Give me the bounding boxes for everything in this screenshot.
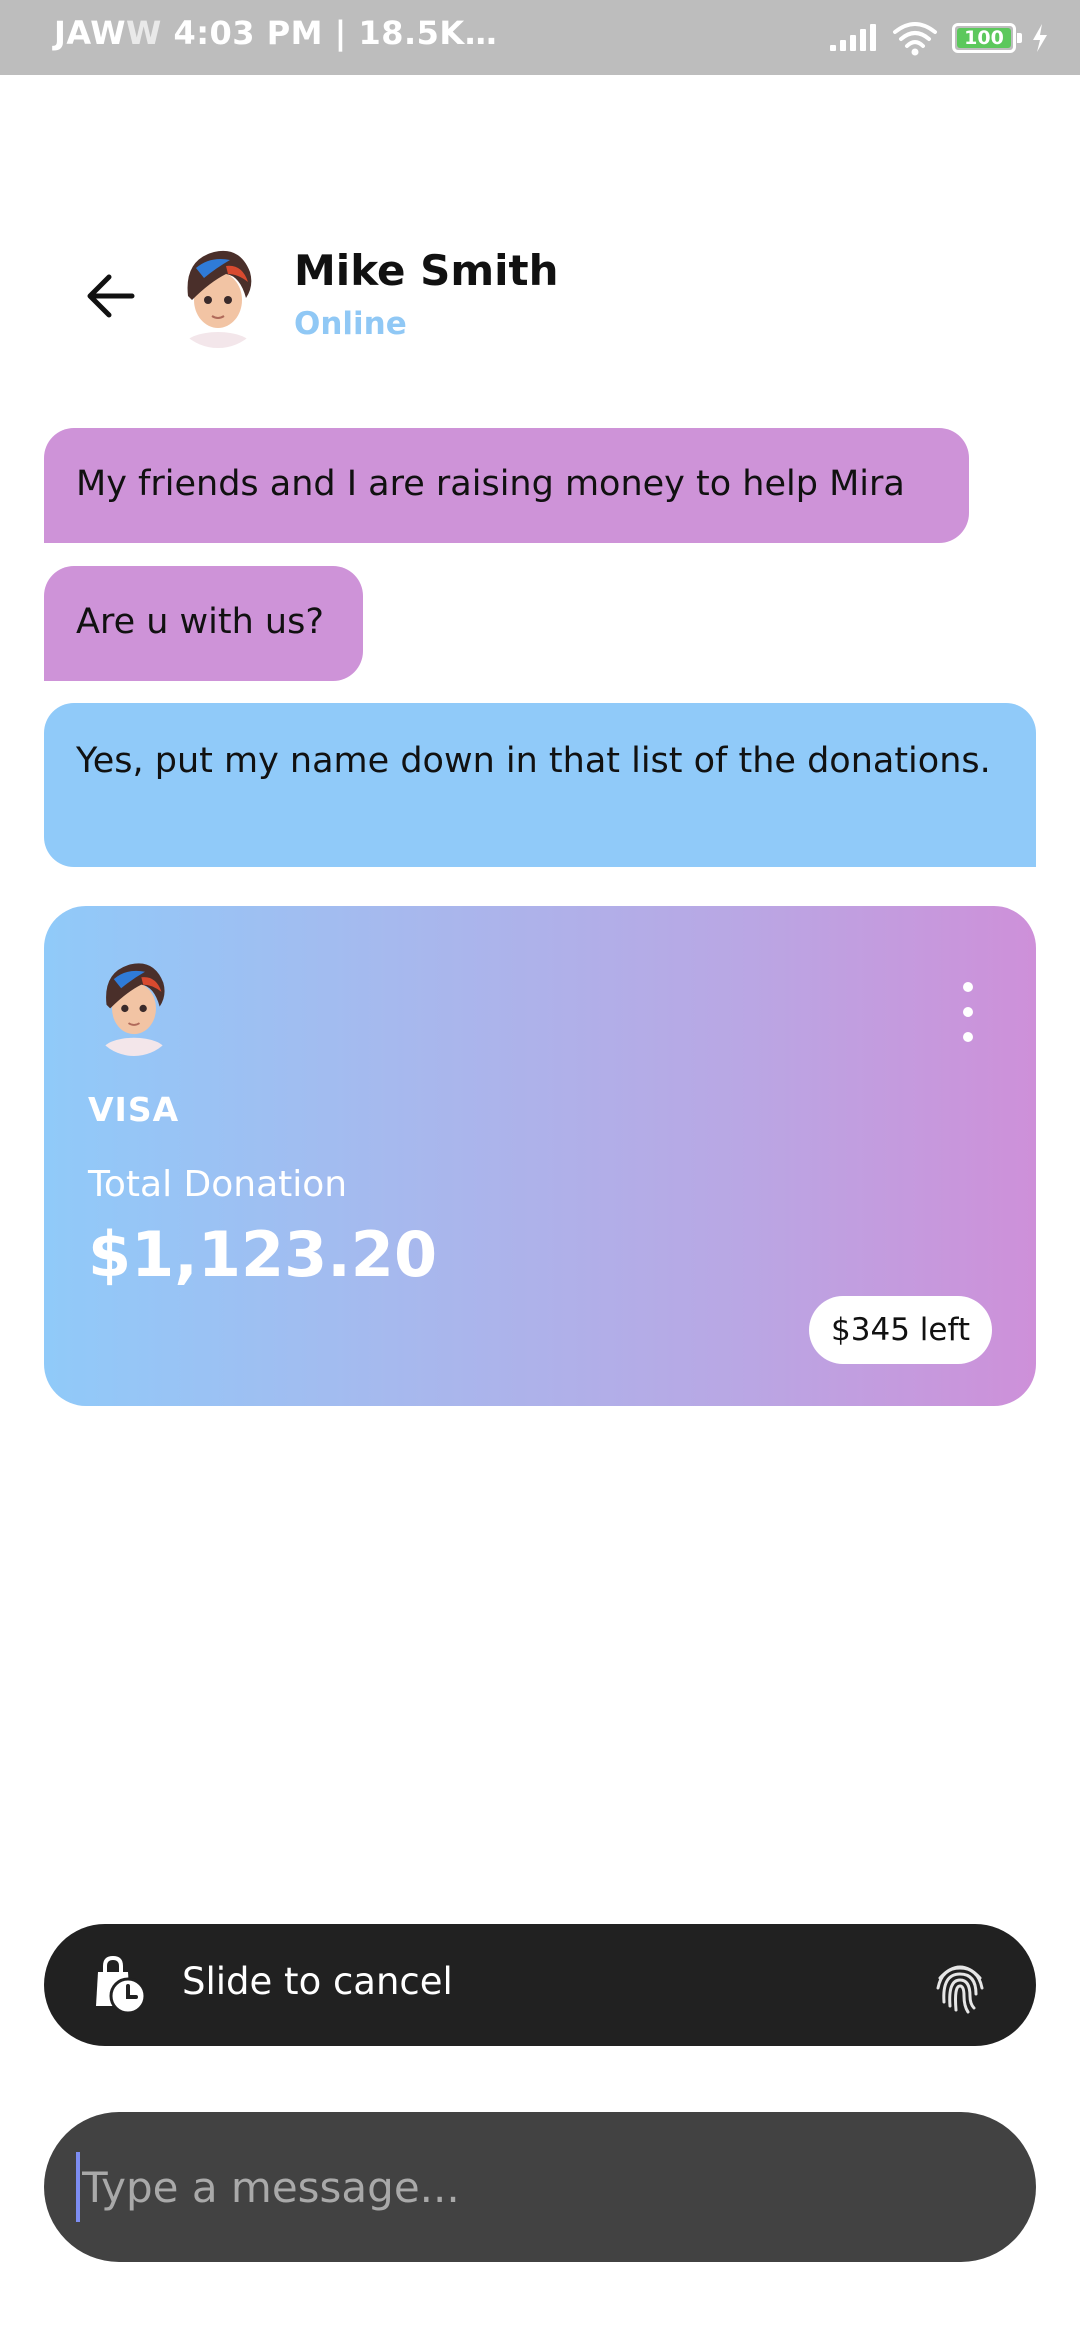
contact-status: Online bbox=[294, 306, 407, 342]
status-icons: 100 bbox=[828, 14, 1050, 62]
wifi-icon bbox=[893, 22, 937, 56]
message-text: Are u with us? bbox=[76, 602, 324, 642]
arrow-left-icon bbox=[87, 274, 135, 318]
charging-icon bbox=[1033, 24, 1047, 52]
more-vertical-icon[interactable] bbox=[950, 982, 986, 1042]
message-bubble-outgoing[interactable]: Yes, put my name down in that list of th… bbox=[44, 703, 1036, 867]
carrier-dim: W bbox=[126, 14, 162, 52]
fingerprint-icon[interactable] bbox=[932, 1958, 988, 2014]
message-text: Yes, put my name down in that list of th… bbox=[76, 741, 991, 781]
signal-icon bbox=[830, 24, 876, 51]
composer bbox=[44, 2112, 1036, 2262]
recording-bar[interactable]: Slide to cancel bbox=[44, 1924, 1036, 2046]
status-info: 4:03 PM | 18.5K… bbox=[173, 14, 498, 52]
carrier: JAW bbox=[54, 14, 127, 52]
bag-clock-icon bbox=[96, 1955, 147, 2015]
total-donation-amount: $1,123.20 bbox=[88, 1218, 438, 1291]
status-left: JAWW 4:03 PM | 18.5K… bbox=[54, 14, 497, 52]
donation-card[interactable]: VISA Total Donation $1,123.20 $345 left bbox=[44, 906, 1036, 1406]
status-bar: JAWW 4:03 PM | 18.5K… 100 bbox=[0, 0, 1080, 75]
avatar[interactable] bbox=[170, 238, 266, 348]
card-avatar bbox=[90, 948, 178, 1056]
message-input[interactable] bbox=[76, 2152, 976, 2222]
card-brand: VISA bbox=[88, 1090, 180, 1129]
total-donation-label: Total Donation bbox=[88, 1164, 348, 1205]
back-button[interactable] bbox=[78, 264, 142, 328]
battery-icon: 100 bbox=[952, 23, 1022, 53]
battery-level: 100 bbox=[964, 27, 1004, 49]
message-bubble-incoming[interactable]: Are u with us? bbox=[44, 566, 363, 681]
slide-to-cancel-label: Slide to cancel bbox=[182, 1960, 453, 2003]
remaining-badge: $345 left bbox=[809, 1296, 992, 1364]
contact-name: Mike Smith bbox=[294, 246, 559, 295]
message-text: My friends and I are raising money to he… bbox=[76, 464, 905, 504]
message-bubble-incoming[interactable]: My friends and I are raising money to he… bbox=[44, 428, 969, 543]
